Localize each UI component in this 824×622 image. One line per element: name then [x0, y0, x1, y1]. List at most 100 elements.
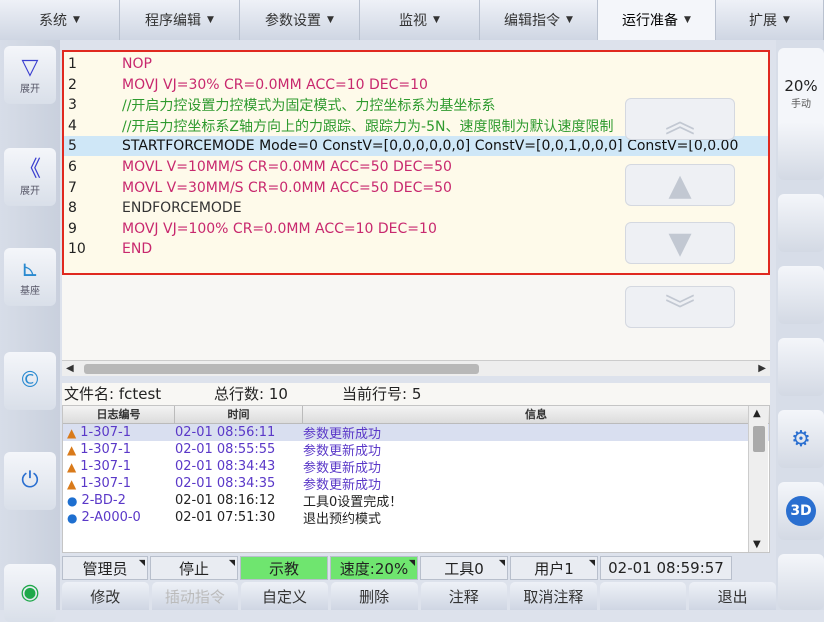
status-2[interactable]: 示教 [240, 556, 328, 580]
code-text: MOVL V=10MM/S CR=0.0MM ACC=50 DEC=50 [122, 159, 452, 175]
log-row[interactable]: ▲ 1-307-1 02-01 08:34:43 参数更新成功 [63, 458, 769, 476]
corner-indicator-icon: ◥ [138, 558, 145, 567]
menu-1[interactable]: 程序编辑 ▼ [120, 0, 240, 40]
line-number: 2 [68, 76, 77, 93]
bottom-button-3[interactable]: 删除 [330, 582, 418, 610]
log-header-code: 日志编号 [63, 406, 175, 423]
warning-icon: ▲ [67, 425, 77, 440]
current-line: 当前行号: 5 [342, 385, 422, 403]
log-time: 02-01 08:16:12 [175, 493, 276, 508]
log-code-cell: ▲ 1-307-1 [63, 459, 175, 474]
left-button-0[interactable]: ▽ 展开 [4, 46, 56, 104]
chevron-down-icon: ▼ [783, 15, 790, 25]
status-0[interactable]: 管理员 ◥ [62, 556, 148, 580]
log-scroll-thumb[interactable] [753, 426, 765, 452]
scroll-left-icon[interactable]: ◀ [66, 361, 74, 377]
left-button-4[interactable]: ⏻ [4, 452, 56, 510]
code-line[interactable]: 2 MOVJ VJ=30% CR=0.0MM ACC=10 DEC=10 [64, 75, 768, 95]
bottom-button-0[interactable]: 修改 [62, 582, 149, 610]
log-row[interactable]: ▲ 1-307-1 02-01 08:55:55 参数更新成功 [63, 441, 769, 459]
total-lines: 总行数: 10 [214, 385, 288, 403]
page-down-button[interactable]: ︾ [625, 286, 735, 328]
menu-0[interactable]: 系统 ▼ [0, 0, 120, 40]
log-code-cell: ▲ 1-307-1 [63, 425, 175, 440]
status-label: 02-01 08:59:57 [608, 559, 724, 577]
status-6[interactable]: 02-01 08:59:57 [600, 556, 732, 580]
scroll-down-small-icon[interactable]: ▼ [753, 539, 761, 550]
corner-indicator-icon: ◥ [408, 558, 415, 567]
log-vertical-scrollbar[interactable]: ▲ ▼ [748, 406, 768, 552]
bottom-button-1: 插动指令 [151, 582, 239, 610]
log-header: 日志编号 时间 信息 [63, 406, 769, 424]
code-text: END [122, 241, 153, 258]
left-button-2[interactable]: ⊾ 基座 [4, 248, 56, 306]
line-number: 10 [68, 241, 86, 258]
status-3[interactable]: 速度:20% ◥ [330, 556, 418, 580]
log-header-msg: 信息 [525, 408, 547, 421]
chevron-down-icon: ▼ [207, 15, 214, 25]
warning-icon: ▲ [67, 476, 77, 491]
log-message: 退出预约模式 [303, 512, 382, 527]
log-row[interactable]: ● 2-A000-0 02-01 07:51:30 退出预约模式 [63, 509, 769, 527]
scrollbar-thumb[interactable] [84, 364, 479, 374]
scroll-down-button[interactable]: ▼ [625, 222, 735, 264]
left-icon-4: ⏻ [21, 468, 39, 493]
menu-3[interactable]: 监视 ▼ [360, 0, 480, 40]
menu-6[interactable]: 扩展 ▼ [716, 0, 824, 40]
log-code-cell: ▲ 1-307-1 [63, 442, 175, 457]
menu-label: 运行准备 [622, 13, 679, 29]
left-button-3[interactable]: © [4, 352, 56, 410]
robot-arm-button[interactable]: ⚙ [778, 410, 824, 468]
status-label: 用户1 [534, 559, 574, 578]
page-up-button[interactable]: ︽ [625, 98, 735, 140]
log-code: 1-307-1 [80, 442, 131, 457]
speed-value: 20% [784, 76, 818, 95]
log-row[interactable]: ▲ 1-307-1 02-01 08:34:35 参数更新成功 [63, 475, 769, 493]
scroll-up-button[interactable]: ▲ [625, 164, 735, 206]
bottom-button-5[interactable]: 取消注释 [510, 582, 597, 610]
status-1[interactable]: 停止 ◥ [150, 556, 238, 580]
bottom-button-7[interactable]: 退出 [689, 582, 776, 610]
menu-2[interactable]: 参数设置 ▼ [240, 0, 360, 40]
code-line[interactable]: 1 NOP [64, 54, 768, 74]
line-number: 3 [68, 97, 77, 114]
log-code-cell: ● 2-A000-0 [63, 510, 175, 525]
right-button-1[interactable] [778, 122, 824, 180]
status-label: 示教 [268, 559, 299, 578]
chevron-down-icon: ▼ [73, 15, 80, 25]
bottom-button-2[interactable]: 自定义 [241, 582, 328, 610]
right-button-2[interactable] [778, 194, 824, 252]
menu-label: 程序编辑 [145, 13, 202, 29]
bottom-button-6[interactable] [599, 582, 687, 610]
scroll-right-icon[interactable]: ▶ [758, 361, 766, 377]
menu-5[interactable]: 运行准备 ▼ [598, 0, 716, 40]
log-body: ▲ 1-307-1 02-01 08:56:11 参数更新成功 ▲ 1-307-1 02-0… [63, 424, 769, 527]
line-number: 7 [68, 179, 77, 196]
log-row[interactable]: ● 2-BD-2 02-01 08:16:12 工具0设置完成！ [63, 492, 769, 510]
status-bar: 管理员 ◥ 停止 ◥ 示教 速度:20% ◥ 工具0 ◥ 用户1 ◥ 02-01 08:59:57 [62, 556, 770, 580]
log-code-cell: ▲ 1-307-1 [63, 476, 175, 491]
line-number: 1 [68, 56, 77, 72]
left-button-5[interactable]: ◉ [4, 564, 56, 622]
left-button-1[interactable]: 《展开 [4, 148, 56, 206]
bottom-button-4[interactable]: 注释 [420, 582, 508, 610]
right-button-3[interactable] [778, 266, 824, 324]
robot-arm-icon: ⚙ [791, 426, 811, 452]
double-up-icon: ︽ [665, 105, 695, 140]
horizontal-scrollbar[interactable]: ◀ ▶ [62, 360, 770, 376]
scroll-up-small-icon[interactable]: ▲ [753, 408, 761, 419]
menu-label: 编辑指令 [504, 13, 561, 29]
right-button-7[interactable] [778, 554, 824, 610]
right-button-4[interactable] [778, 338, 824, 396]
status-4[interactable]: 工具0 ◥ [420, 556, 508, 580]
status-label: 工具0 [444, 559, 484, 578]
log-row[interactable]: ▲ 1-307-1 02-01 08:56:11 参数更新成功 [63, 424, 769, 442]
status-5[interactable]: 用户1 ◥ [510, 556, 598, 580]
3d-view-button[interactable]: 3D [778, 482, 824, 540]
menu-4[interactable]: 编辑指令 ▼ [480, 0, 598, 40]
status-label: 停止 [178, 559, 209, 578]
menu-label: 系统 [39, 13, 68, 29]
log-code: 1-307-1 [80, 476, 131, 491]
code-text: //开启力控坐标系Z轴方向上的力跟踪、跟踪力为-5N、速度限制为默认速度限制 [122, 118, 614, 135]
info-icon: ● [67, 493, 78, 508]
